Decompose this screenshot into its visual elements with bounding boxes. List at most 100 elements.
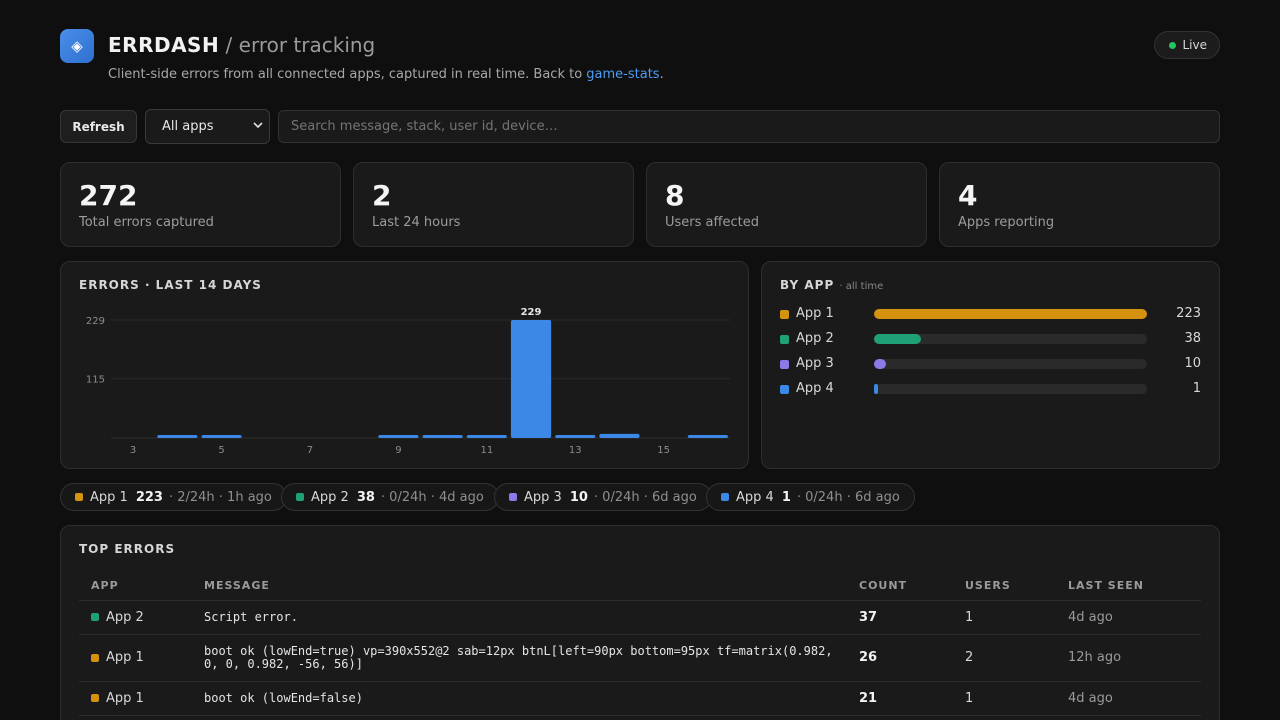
pill-app-name: App 4 <box>736 489 774 505</box>
pill-app-name: App 3 <box>524 489 562 505</box>
col-header-count[interactable]: COUNT <box>847 572 953 601</box>
x-tick-label: 13 <box>569 445 582 456</box>
col-header-last-seen[interactable]: LAST SEEN <box>1056 572 1201 601</box>
x-tick-label: 9 <box>395 445 401 456</box>
stat-label: Last 24 hours <box>372 215 461 230</box>
by-app-row[interactable]: App 4 1 <box>780 381 1201 397</box>
chart-bar <box>422 435 463 438</box>
cell-users: 1 <box>953 681 1056 716</box>
chart-bar <box>157 435 198 438</box>
app-color-swatch <box>721 493 729 501</box>
col-header-users[interactable]: USERS <box>953 572 1056 601</box>
app-count: 10 <box>1184 356 1201 371</box>
pill-count: 10 <box>569 489 588 505</box>
app-color-swatch <box>780 335 789 344</box>
subtitle-text: Client-side errors from all connected ap… <box>108 67 587 82</box>
cell-app: App 2 <box>79 600 192 635</box>
cell-app: App 1 <box>79 634 192 682</box>
x-tick-label: 3 <box>130 445 136 456</box>
table-row[interactable]: App 2 Script error. 37 1 4d ago <box>79 600 1201 635</box>
pill-app-name: App 2 <box>311 489 349 505</box>
app-name: App 1 <box>796 306 834 321</box>
toolbar: Refresh All apps <box>60 109 1220 144</box>
refresh-button[interactable]: Refresh <box>60 110 137 143</box>
app-name: App 1 <box>106 650 144 665</box>
by-app-row[interactable]: App 3 10 <box>780 356 1201 372</box>
app-pill-app-3[interactable]: App 3 10 · 0/24h · 6d ago <box>494 483 712 511</box>
subtitle-end: . <box>659 67 664 82</box>
chart-bar <box>466 435 507 438</box>
bar-data-label: 229 <box>521 307 542 318</box>
col-header-message[interactable]: MESSAGE <box>192 572 847 601</box>
chart-bar <box>378 435 419 438</box>
page-title: ERRDASH / error tracking <box>108 33 375 57</box>
game-stats-link[interactable]: game-stats <box>586 67 659 82</box>
by-app-row[interactable]: App 2 38 <box>780 331 1201 347</box>
x-tick-label: 5 <box>218 445 224 456</box>
cell-last-seen: 12h ago <box>1056 634 1201 682</box>
app-count: 38 <box>1184 331 1201 346</box>
app-name: App 3 <box>796 356 834 371</box>
chart-bar <box>510 320 552 438</box>
x-tick-label: 7 <box>307 445 313 456</box>
app-name: App 4 <box>796 381 834 396</box>
live-status-badge: Live <box>1154 31 1220 59</box>
top-errors-table: APP MESSAGE COUNT USERS LAST SEEN App 2 … <box>79 572 1201 716</box>
by-app-title: BY APP · all time <box>780 278 883 292</box>
stat-card-last-24h: 2 Last 24 hours <box>353 162 634 247</box>
pill-count: 38 <box>356 489 375 505</box>
app-pill-app-1[interactable]: App 1 223 · 2/24h · 1h ago <box>60 483 287 511</box>
app-count: 1 <box>1192 381 1201 396</box>
app-color-swatch <box>91 613 99 621</box>
top-errors-title: TOP ERRORS <box>79 542 176 556</box>
stat-card-users-affected: 8 Users affected <box>646 162 927 247</box>
table-row[interactable]: App 1 boot ok (lowEnd=false) 21 1 4d ago <box>79 681 1201 716</box>
app-color-swatch <box>780 360 789 369</box>
app-name: App 2 <box>796 331 834 346</box>
app-name: App 1 <box>106 690 144 706</box>
cell-message: boot ok (lowEnd=false) <box>192 681 847 716</box>
by-app-row[interactable]: App 1 223 <box>780 306 1201 322</box>
app-pill-app-4[interactable]: App 4 1 · 0/24h · 6d ago <box>706 483 915 511</box>
title-suffix: / error tracking <box>219 33 376 57</box>
errors-bar-chart: 115 229 3 5 7 9 11 13 15 229 <box>86 307 730 456</box>
stat-value: 2 <box>372 179 392 212</box>
chevron-down-icon <box>253 122 263 129</box>
app-color-swatch <box>296 493 304 501</box>
app-color-swatch <box>780 385 789 394</box>
search-input[interactable] <box>278 110 1220 143</box>
pill-meta: · 0/24h · 6d ago <box>593 489 697 505</box>
app-color-swatch <box>780 310 789 319</box>
stat-label: Total errors captured <box>79 215 214 230</box>
app-color-swatch <box>91 653 99 662</box>
x-tick-label: 11 <box>480 445 493 456</box>
y-tick-label: 229 <box>86 316 105 327</box>
stat-value: 8 <box>665 179 685 212</box>
app-name: App 2 <box>106 609 144 625</box>
cell-users: 2 <box>953 634 1056 682</box>
app-filter-select[interactable]: All apps <box>145 109 270 144</box>
chart-bar <box>201 435 242 438</box>
cell-count: 26 <box>847 634 953 682</box>
y-tick-label: 115 <box>86 375 105 386</box>
table-header-row: APP MESSAGE COUNT USERS LAST SEEN <box>79 572 1201 601</box>
x-tick-label: 15 <box>657 445 670 456</box>
pill-count: 223 <box>135 489 163 505</box>
brand-name: ERRDASH <box>108 33 220 57</box>
stat-label: Users affected <box>665 215 759 230</box>
chart-bar <box>555 435 596 438</box>
col-header-app[interactable]: APP <box>79 572 192 601</box>
app-count: 223 <box>1176 306 1201 321</box>
app-bar-fill <box>874 384 878 394</box>
stat-card-total-errors: 272 Total errors captured <box>60 162 341 247</box>
table-row[interactable]: App 1 boot ok (lowEnd=true) vp=390x552@2… <box>79 634 1201 682</box>
app-filter-value: All apps <box>162 119 214 134</box>
pill-meta: · 2/24h · 1h ago <box>168 489 272 505</box>
by-app-subtitle: · all time <box>839 281 884 292</box>
app-pill-app-2[interactable]: App 2 38 · 0/24h · 4d ago <box>281 483 499 511</box>
errors-chart-panel: ERRORS · LAST 14 DAYS 115 229 3 5 7 9 11 13 15 22… <box>60 261 749 469</box>
app-logo-icon: ◈ <box>60 29 94 63</box>
app-bar-track <box>874 384 1147 394</box>
app-bar-fill <box>874 359 887 369</box>
cell-count: 37 <box>847 600 953 635</box>
